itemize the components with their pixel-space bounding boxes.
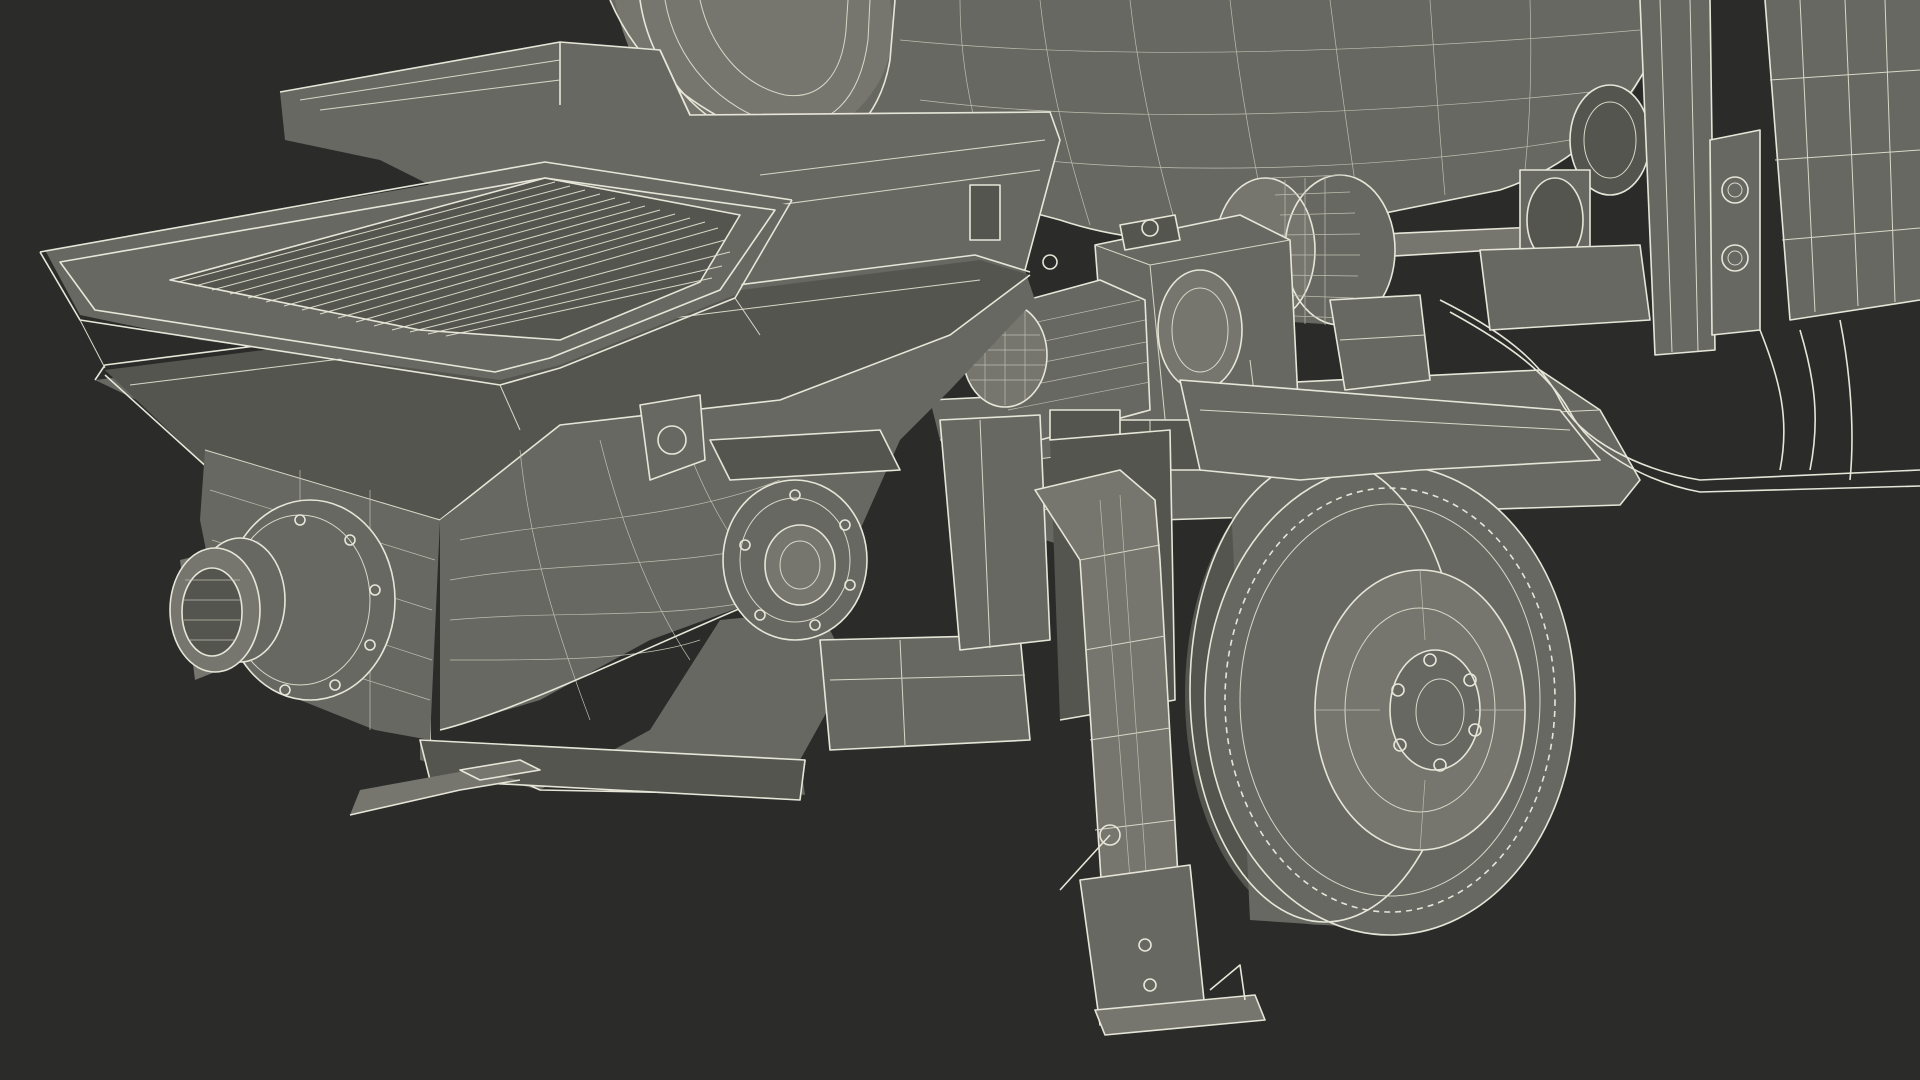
frame-right: [1639, 0, 1761, 356]
pillow-block: [1329, 294, 1431, 391]
control-box: [1764, 0, 1920, 321]
render-viewport: [0, 0, 1920, 1080]
wireframe-render: [39, 0, 1920, 1036]
wheel: [1185, 457, 1576, 936]
